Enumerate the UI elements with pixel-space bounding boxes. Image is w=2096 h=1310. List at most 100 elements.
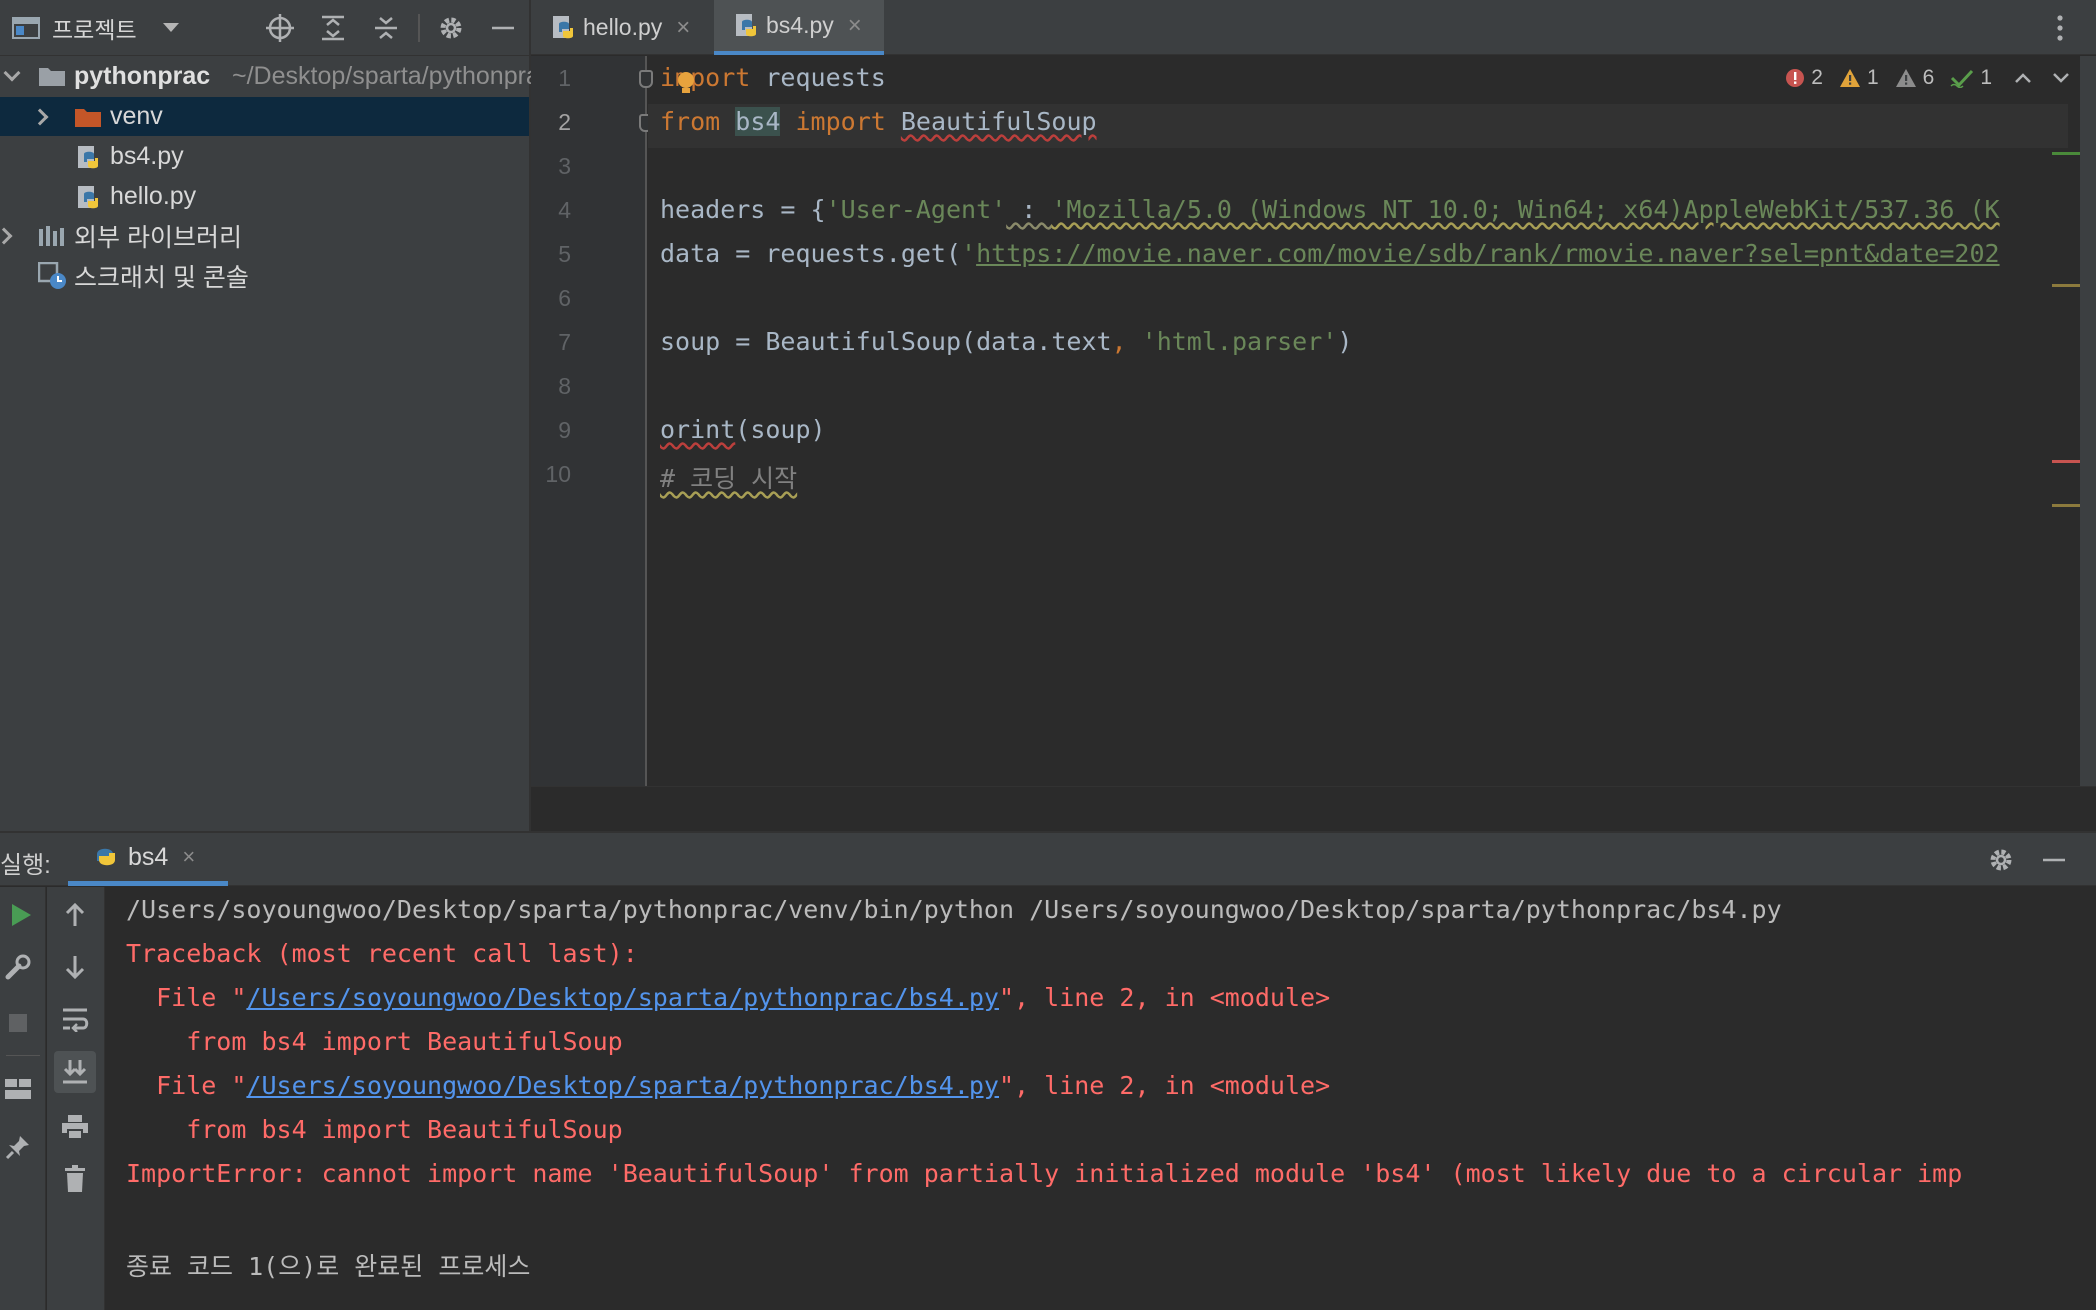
code-line-7[interactable]: soup = BeautifulSoup(data.text, 'html.pa… bbox=[660, 327, 1352, 356]
console-command-line: /Users/soyoungwoo/Desktop/sparta/pythonp… bbox=[126, 895, 1782, 924]
line-gutter: 1 2 3 4 5 6 7 8 9 10 bbox=[531, 56, 647, 786]
console-exit-message: 종료 코드 1(으)로 완료된 프로세스 bbox=[126, 1252, 531, 1281]
tab-bs4-py[interactable]: bs4.py × bbox=[714, 0, 884, 55]
string-literal: 'html.parser' bbox=[1141, 327, 1338, 356]
code-text: ) bbox=[1337, 327, 1353, 356]
horizontal-scroll-area[interactable] bbox=[531, 786, 2096, 831]
url-literal[interactable]: https://movie.naver.com/movie/sdb/rank/r… bbox=[976, 239, 2000, 268]
unresolved-function: orint bbox=[660, 415, 736, 444]
chevron-right-icon[interactable] bbox=[31, 108, 49, 126]
warning-count-value: 1 bbox=[1866, 66, 1879, 89]
toolbar-divider bbox=[6, 1055, 40, 1056]
error-count[interactable]: 2 bbox=[1785, 66, 1823, 90]
trash-icon[interactable] bbox=[57, 1161, 93, 1197]
error-count-value: 2 bbox=[1811, 66, 1823, 89]
gear-icon[interactable] bbox=[1984, 843, 2018, 877]
string-literal: 'User-Agent' bbox=[825, 195, 1007, 224]
close-icon[interactable]: × bbox=[676, 14, 690, 42]
pin-icon[interactable] bbox=[0, 1129, 36, 1165]
weak-warning-count-value: 6 bbox=[1922, 66, 1935, 89]
tree-item-hello-py[interactable]: hello.py bbox=[0, 177, 529, 216]
run-panel: 실행: bs4 × /Users/soyoungwoo/Desktop/spar… bbox=[0, 831, 2096, 1310]
locate-file-icon[interactable] bbox=[264, 12, 296, 44]
more-tabs-icon[interactable] bbox=[2056, 14, 2064, 42]
rerun-icon[interactable] bbox=[3, 897, 39, 933]
project-view-title[interactable]: 프로젝트 bbox=[52, 11, 137, 45]
expand-all-icon[interactable] bbox=[317, 12, 349, 44]
run-tab-bs4[interactable]: bs4 × bbox=[68, 833, 228, 886]
stripe-marker[interactable] bbox=[2052, 460, 2080, 463]
close-icon[interactable]: × bbox=[848, 12, 862, 40]
editor: hello.py × bs4.py × 1 2 3 4 5 6 7 8 9 10… bbox=[531, 0, 2096, 831]
run-header: 실행: bs4 × bbox=[0, 833, 2096, 886]
tab-hello-py[interactable]: hello.py × bbox=[531, 0, 709, 55]
console-file-line: File "/Users/soyoungwoo/Desktop/sparta/p… bbox=[126, 1071, 1330, 1100]
line-number: 8 bbox=[558, 373, 571, 399]
fold-marker-icon[interactable] bbox=[639, 70, 653, 88]
stop-icon[interactable] bbox=[0, 1005, 36, 1041]
close-icon[interactable]: × bbox=[182, 844, 195, 870]
code-text: data = requests.get( bbox=[660, 239, 962, 268]
line-number: 9 bbox=[558, 417, 571, 443]
collapse-all-icon[interactable] bbox=[370, 12, 402, 44]
tree-item-root[interactable]: pythonprac ~/Desktop/sparta/pythonprac bbox=[0, 57, 537, 96]
wrench-icon[interactable] bbox=[0, 949, 36, 985]
soft-wrap-icon[interactable] bbox=[57, 1001, 93, 1037]
chevron-down-icon[interactable] bbox=[2052, 72, 2070, 84]
console-error-message: ImportError: cannot import name 'Beautif… bbox=[126, 1159, 1963, 1188]
lightbulb-icon[interactable] bbox=[675, 70, 697, 96]
tree-item-scratches[interactable]: 스크래치 및 콘솔 bbox=[0, 256, 529, 295]
console-file-link[interactable]: /Users/soyoungwoo/Desktop/sparta/pythonp… bbox=[246, 1071, 999, 1100]
project-root-path: ~/Desktop/sparta/pythonprac bbox=[232, 62, 537, 90]
code-line-10[interactable]: # 코딩 시작 bbox=[660, 459, 797, 495]
project-root-name: pythonprac bbox=[74, 62, 211, 90]
console-code-line: from bs4 import BeautifulSoup bbox=[126, 1115, 623, 1144]
line-number: 7 bbox=[558, 329, 571, 355]
code-line-4[interactable]: headers = {'User-Agent' : 'Mozilla/5.0 (… bbox=[660, 195, 2000, 224]
code-line-5[interactable]: data = requests.get('https://movie.naver… bbox=[660, 239, 2000, 268]
tree-item-venv[interactable]: venv bbox=[0, 97, 529, 136]
project-view-dropdown-icon[interactable] bbox=[162, 23, 179, 32]
tree-item-external-libraries[interactable]: 외부 라이브러리 bbox=[0, 216, 529, 255]
arrow-up-icon[interactable] bbox=[57, 897, 93, 933]
warning-icon bbox=[1839, 69, 1860, 87]
code-text: soup = BeautifulSoup(data.text bbox=[660, 327, 1112, 356]
stripe-marker[interactable] bbox=[2052, 284, 2080, 287]
vertical-scrollbar[interactable] bbox=[2080, 56, 2096, 786]
chevron-right-icon[interactable] bbox=[0, 227, 13, 245]
inspection-widget[interactable]: 2 1 6 1 bbox=[1769, 66, 2070, 90]
hide-panel-icon[interactable] bbox=[2037, 843, 2071, 877]
python-file-icon bbox=[78, 186, 98, 209]
python-file-icon bbox=[736, 13, 756, 36]
chevron-down-icon[interactable] bbox=[3, 64, 21, 82]
print-icon[interactable] bbox=[57, 1109, 93, 1145]
line-number: 2 bbox=[558, 109, 571, 135]
line-number: 3 bbox=[558, 153, 571, 179]
python-icon bbox=[97, 848, 115, 866]
layout-icon[interactable] bbox=[0, 1071, 36, 1107]
code-line-2[interactable]: from bs4 import BeautifulSoup bbox=[660, 107, 1097, 136]
console-text: ", line 2, in <module> bbox=[999, 983, 1331, 1012]
line-number: 6 bbox=[558, 285, 571, 311]
weak-warning-count[interactable]: 6 bbox=[1895, 66, 1935, 90]
warning-count[interactable]: 1 bbox=[1839, 66, 1879, 90]
gear-icon[interactable] bbox=[435, 12, 467, 44]
scroll-to-end-icon[interactable] bbox=[54, 1051, 96, 1093]
hide-panel-icon[interactable] bbox=[487, 12, 519, 44]
chevron-up-icon[interactable] bbox=[2014, 72, 2032, 84]
arrow-down-icon[interactable] bbox=[57, 949, 93, 985]
code-line-9[interactable]: orint(soup) bbox=[660, 415, 826, 444]
stripe-marker[interactable] bbox=[2052, 152, 2080, 155]
run-toolbar-primary bbox=[0, 887, 46, 1310]
comment: # 코딩 시작 bbox=[660, 464, 798, 493]
code-text: , bbox=[1111, 327, 1142, 356]
tree-item-bs4-py[interactable]: bs4.py bbox=[0, 137, 529, 176]
console-file-link[interactable]: /Users/soyoungwoo/Desktop/sparta/pythonp… bbox=[246, 983, 999, 1012]
editor-tab-bar: hello.py × bs4.py × bbox=[531, 0, 2096, 55]
stripe-marker[interactable] bbox=[2052, 504, 2080, 507]
string-literal: 'Mozilla/5.0 (Windows NT 10.0; Win64; x6… bbox=[1051, 195, 2000, 224]
typo-count-value: 1 bbox=[1980, 66, 1992, 89]
keyword: from bbox=[660, 107, 721, 136]
typo-count[interactable]: 1 bbox=[1950, 66, 1992, 90]
project-view-icon bbox=[12, 16, 40, 39]
